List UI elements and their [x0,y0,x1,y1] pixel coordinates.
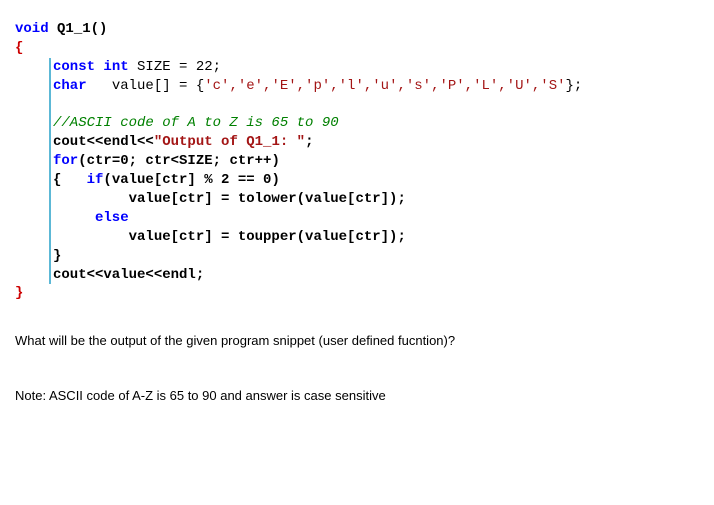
inner-brace-close: } [53,248,61,264]
code-line-15: } [15,284,699,303]
size-decl: SIZE = 22; [129,59,221,75]
if-cond: (value[ctr] % 2 == 0) [103,172,279,188]
tolower-line: value[ctr] = tolower(value[ctr]); [53,191,406,207]
keyword-void: void [15,21,49,37]
toupper-line: value[ctr] = toupper(value[ctr]); [53,229,406,245]
code-body: const int SIZE = 22; char value[] = {'c'… [49,58,699,285]
code-line-8: for(ctr=0; ctr<SIZE; ctr++) [53,152,699,171]
code-line-6: //ASCII code of A to Z is 65 to 90 [53,114,699,133]
array-close: }; [566,78,583,94]
cout-1c: ; [305,134,313,150]
array-open: { [196,78,204,94]
note-text: Note: ASCII code of A-Z is 65 to 90 and … [15,388,699,403]
question-text: What will be the output of the given pro… [15,333,699,348]
inner-brace-open: { [53,172,87,188]
code-line-3: const int SIZE = 22; [53,58,699,77]
brace-open: { [15,40,23,56]
code-line-4: char value[] = {'c','e','E','p','l','u',… [53,77,699,96]
code-line-10: value[ctr] = tolower(value[ctr]); [53,190,699,209]
keyword-else: else [53,210,129,226]
for-cond: (ctr=0; ctr<SIZE; ctr++) [78,153,280,169]
code-line-7: cout<<endl<<"Output of Q1_1: "; [53,133,699,152]
code-line-11: else [53,209,699,228]
keyword-for: for [53,153,78,169]
value-decl: value[] = [87,78,196,94]
keyword-if: if [87,172,104,188]
code-line-12: value[ctr] = toupper(value[ctr]); [53,228,699,247]
brace-close: } [15,285,23,301]
keyword-int: int [95,59,129,75]
char-literals: 'c','e','E','p','l','u','s','P','L','U',… [204,78,565,94]
keyword-const: const [53,59,95,75]
comment-ascii: //ASCII code of A to Z is 65 to 90 [53,115,339,131]
keyword-char: char [53,78,87,94]
code-snippet: void Q1_1() { const int SIZE = 22; char … [15,20,699,303]
cout-value: cout<<value<<endl; [53,267,204,283]
string-output: "Output of Q1_1: " [154,134,305,150]
code-line-13: } [53,247,699,266]
code-line-blank [53,96,699,115]
function-name: Q1_1() [49,21,108,37]
code-line-2: { [15,39,699,58]
cout-1a: cout<<endl<< [53,134,154,150]
code-line-9: { if(value[ctr] % 2 == 0) [53,171,699,190]
code-line-14: cout<<value<<endl; [53,266,699,285]
code-line-1: void Q1_1() [15,20,699,39]
